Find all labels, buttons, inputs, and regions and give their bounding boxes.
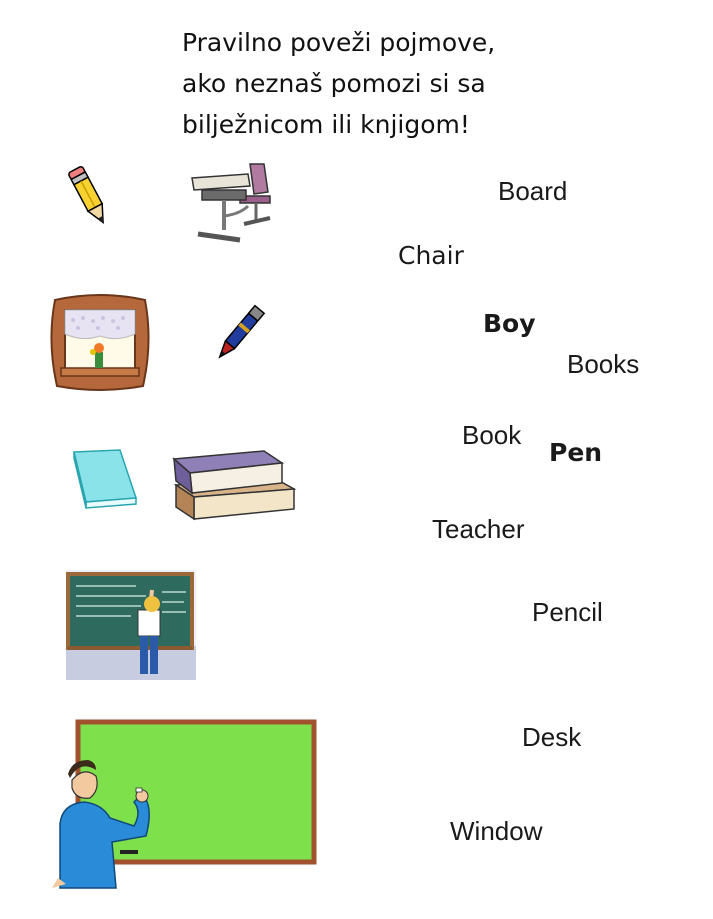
word-pencil: Pencil bbox=[532, 597, 603, 627]
word-book: Book bbox=[462, 420, 522, 450]
word-board: Board bbox=[498, 176, 568, 206]
pen-icon bbox=[210, 300, 268, 368]
word-pen: Pen bbox=[549, 438, 603, 467]
books-icon bbox=[168, 445, 300, 525]
book-icon bbox=[70, 448, 140, 510]
word-books: Books bbox=[567, 349, 640, 379]
word-window: Window bbox=[450, 816, 543, 846]
word-chair: Chair bbox=[398, 241, 464, 270]
worksheet: Pravilno poveži pojmove, ako neznaš pomo… bbox=[0, 0, 713, 919]
boy-at-board-icon bbox=[50, 718, 318, 894]
instructions: Pravilno poveži pojmove, ako neznaš pomo… bbox=[182, 22, 582, 145]
word-teacher: Teacher bbox=[432, 514, 525, 544]
instruction-line-2: ako neznaš pomozi si sa bbox=[182, 69, 486, 98]
desk-chair-icon bbox=[188, 160, 280, 244]
instruction-line-1: Pravilno poveži pojmove, bbox=[182, 28, 496, 57]
teacher-at-board-icon bbox=[66, 570, 196, 680]
word-desk: Desk bbox=[522, 722, 582, 752]
word-boy: Boy bbox=[483, 309, 536, 338]
instruction-line-3: bilježnicom ili knjigom! bbox=[182, 110, 470, 139]
pencil-icon bbox=[64, 160, 114, 232]
window-icon bbox=[47, 290, 153, 394]
